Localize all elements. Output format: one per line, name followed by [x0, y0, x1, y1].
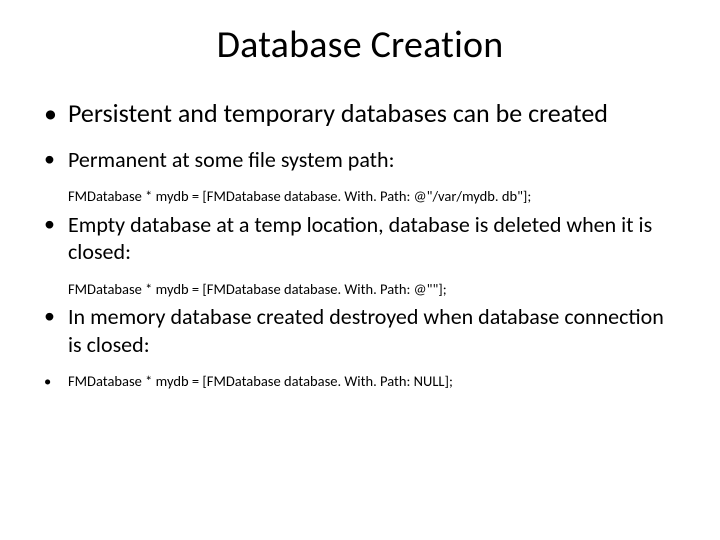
bullet-in-memory: In memory database created destroyed whe…	[40, 303, 680, 358]
bullet-text: In memory database created destroyed whe…	[68, 303, 664, 358]
code-in-memory: FMDatabase * mydb = [FMDatabase database…	[40, 372, 680, 392]
bullet-list-3: In memory database created destroyed whe…	[40, 303, 680, 358]
slide: Database Creation Persistent and tempora…	[0, 0, 720, 540]
bullet-temp-location: Empty database at a temp location, datab…	[40, 211, 680, 266]
bullet-text: Permanent at some file system path:	[68, 146, 395, 173]
slide-title: Database Creation	[40, 22, 680, 68]
bullet-list-2: Empty database at a temp location, datab…	[40, 211, 680, 266]
bullet-persistent-temporary: Persistent and temporary databases can b…	[40, 98, 680, 130]
bullet-permanent-path: Permanent at some file system path:	[40, 146, 680, 174]
bullet-list: Persistent and temporary databases can b…	[40, 98, 680, 173]
code-temp-location: FMDatabase * mydb = [FMDatabase database…	[40, 280, 680, 300]
code-permanent-path: FMDatabase * mydb = [FMDatabase database…	[40, 187, 680, 207]
bullet-text: Empty database at a temp location, datab…	[68, 211, 652, 266]
bullet-text: Persistent and temporary databases can b…	[68, 97, 608, 129]
